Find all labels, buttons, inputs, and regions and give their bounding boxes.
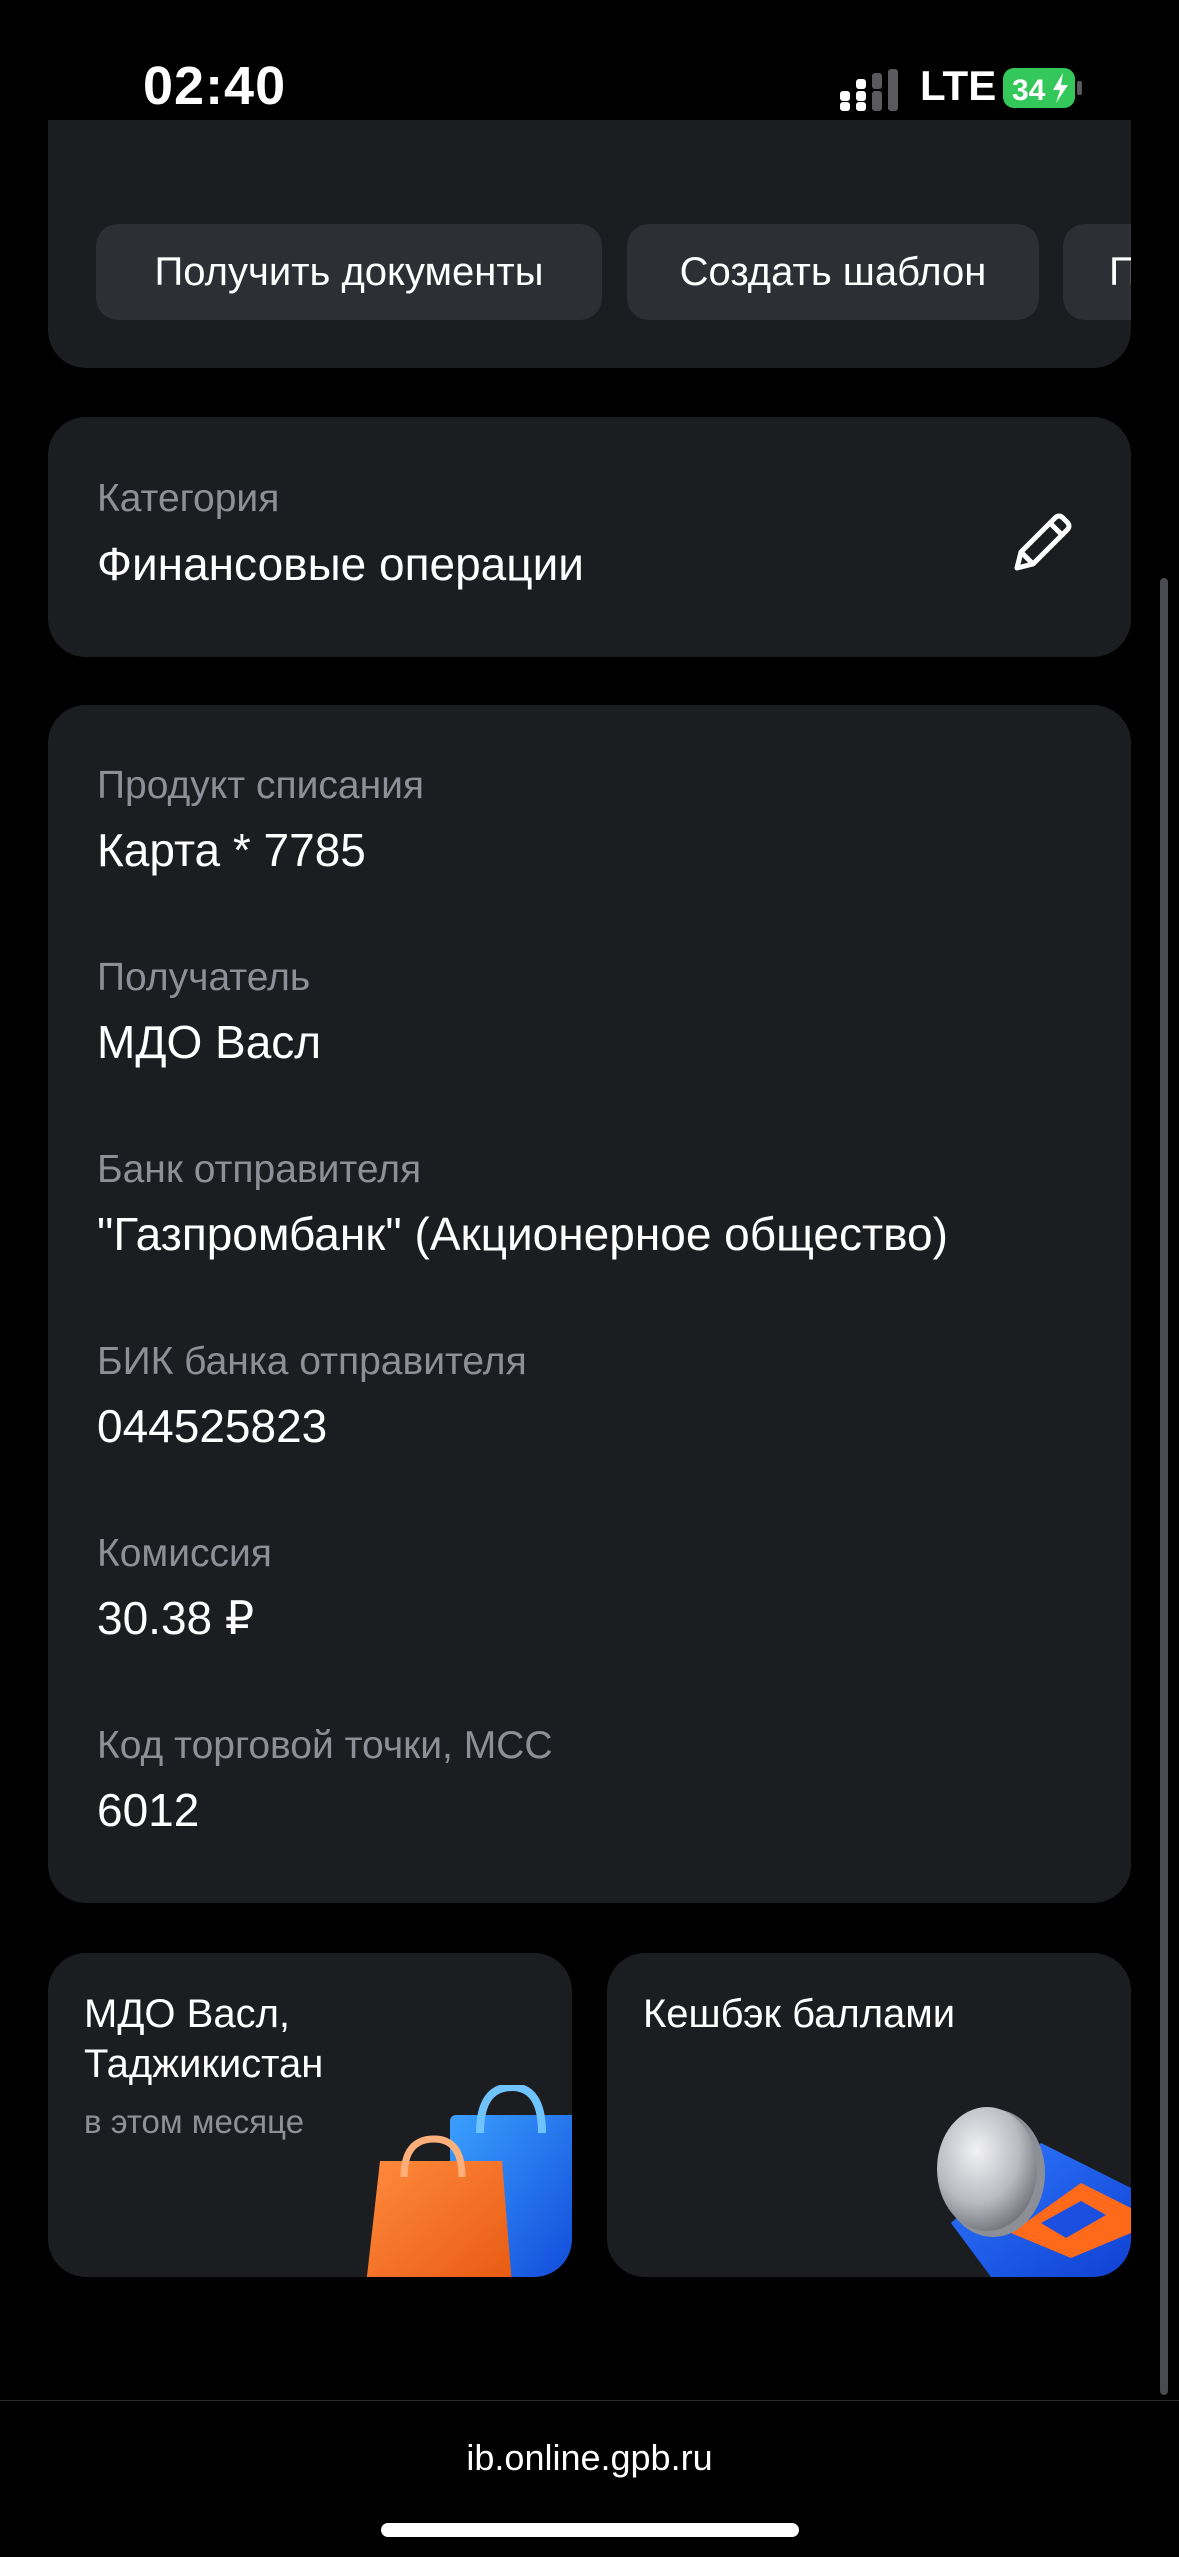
cashback-points-title: Кешбэк баллами	[643, 1992, 956, 2036]
battery-icon: 34	[1003, 68, 1082, 108]
get-documents-button[interactable]: Получить документы	[96, 224, 602, 320]
home-indicator[interactable]	[381, 2523, 799, 2537]
actions-card: Получить документы Создать шаблон П	[48, 120, 1131, 368]
merchant-spending-title: МДО Васл, Таджикистан	[84, 1992, 324, 2086]
detail-label-mcc: Код торговой точки, MCC	[97, 1724, 553, 1767]
detail-value-recipient: МДО Васл	[97, 1016, 322, 1068]
coin-icon	[937, 2107, 1131, 2277]
detail-value-product: Карта * 7785	[97, 824, 366, 876]
detail-label-bik: БИК банка отправителя	[97, 1340, 527, 1383]
detail-label-sender-bank: Банк отправителя	[97, 1148, 422, 1191]
detail-label-commission: Комиссия	[97, 1532, 272, 1575]
status-time: 02:40	[143, 56, 287, 116]
merchant-spending-card[interactable]: МДО Васл, Таджикистан в этом месяце	[48, 1953, 572, 2277]
scrollbar[interactable]	[1160, 578, 1168, 2395]
cashback-points-card[interactable]: Кешбэк баллами	[607, 1953, 1131, 2277]
network-type: LTE	[920, 62, 997, 109]
detail-value-sender-bank: "Газпромбанк" (Акционерное общество)	[97, 1208, 948, 1260]
detail-label-product: Продукт списания	[97, 764, 425, 807]
pencil-icon[interactable]	[1003, 502, 1083, 582]
merchant-spending-subtitle: в этом месяце	[84, 2103, 305, 2140]
detail-label-recipient: Получатель	[97, 956, 311, 999]
detail-value-commission: 30.38 ₽	[97, 1592, 255, 1644]
detail-value-mcc: 6012	[97, 1784, 200, 1836]
category-card[interactable]: Категория Финансовые операции	[48, 417, 1131, 657]
category-label: Категория	[97, 477, 280, 520]
detail-value-bik: 044525823	[97, 1400, 328, 1452]
url-text[interactable]: ib.online.gpb.ru	[0, 2437, 1179, 2479]
more-action-button[interactable]: П	[1063, 224, 1131, 320]
browser-address-bar[interactable]: ib.online.gpb.ru	[0, 2400, 1179, 2557]
create-template-button[interactable]: Создать шаблон	[627, 224, 1039, 320]
battery-level: 34	[1012, 74, 1046, 107]
signal-strength-icon	[840, 69, 898, 111]
operation-details-card: Продукт списания Карта * 7785 Получатель…	[48, 705, 1131, 1903]
category-value: Финансовые операции	[97, 538, 584, 590]
shopping-bags-icon	[366, 2085, 572, 2277]
